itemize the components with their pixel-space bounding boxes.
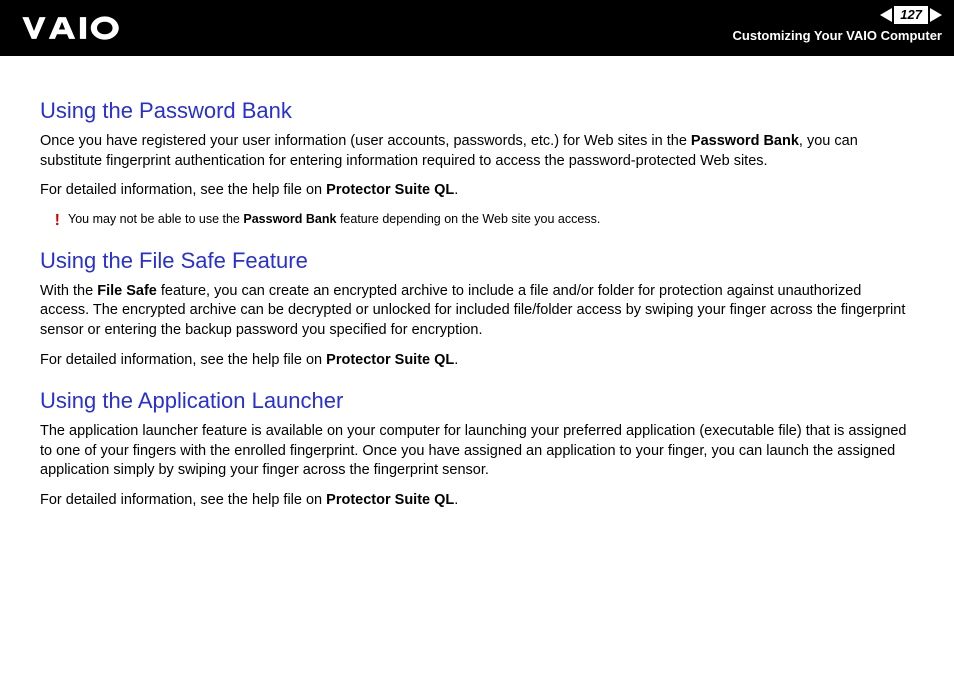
vaio-logo [18, 14, 148, 42]
text: You may not be able to use the [68, 212, 243, 226]
heading-password-bank: Using the Password Bank [40, 98, 914, 124]
header-bar: 127 Customizing Your VAIO Computer [0, 0, 954, 56]
note-text: You may not be able to use the Password … [68, 211, 914, 228]
text: . [454, 182, 458, 198]
para: With the File Safe feature, you can crea… [40, 282, 914, 341]
bold-text: Protector Suite QL [326, 352, 454, 368]
text: feature, you can create an encrypted arc… [40, 283, 905, 338]
text: . [454, 492, 458, 508]
text: feature depending on the Web site you ac… [336, 212, 600, 226]
para: Once you have registered your user infor… [40, 132, 914, 171]
heading-file-safe: Using the File Safe Feature [40, 248, 914, 274]
text: With the [40, 283, 97, 299]
page-number: 127 [894, 6, 928, 24]
bold-text: Password Bank [243, 212, 336, 226]
text: Once you have registered your user infor… [40, 133, 691, 149]
para: For detailed information, see the help f… [40, 351, 914, 371]
warning-note: ! You may not be able to use the Passwor… [40, 211, 914, 230]
bold-text: Password Bank [691, 133, 799, 149]
page-content: Using the Password Bank Once you have re… [0, 56, 954, 510]
text: For detailed information, see the help f… [40, 182, 326, 198]
para: For detailed information, see the help f… [40, 491, 914, 511]
next-page-icon[interactable] [930, 8, 942, 22]
breadcrumb: Customizing Your VAIO Computer [733, 28, 942, 43]
bold-text: Protector Suite QL [326, 182, 454, 198]
text: For detailed information, see the help f… [40, 352, 326, 368]
text: For detailed information, see the help f… [40, 492, 326, 508]
para: The application launcher feature is avai… [40, 422, 914, 481]
heading-app-launcher: Using the Application Launcher [40, 388, 914, 414]
bold-text: Protector Suite QL [326, 492, 454, 508]
text: . [454, 352, 458, 368]
exclamation-icon: ! [40, 211, 68, 230]
page-nav: 127 [880, 6, 942, 24]
para: For detailed information, see the help f… [40, 181, 914, 201]
prev-page-icon[interactable] [880, 8, 892, 22]
bold-text: File Safe [97, 283, 157, 299]
